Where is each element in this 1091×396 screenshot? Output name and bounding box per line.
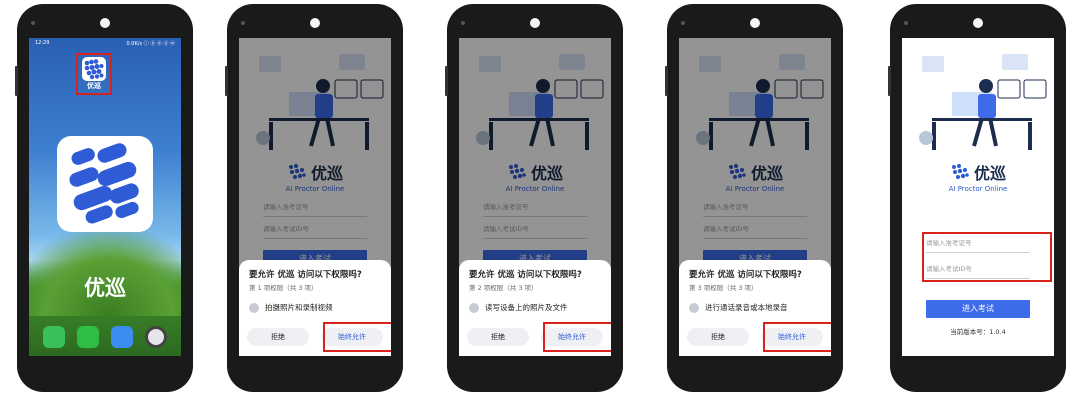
highlight-allow (543, 322, 611, 352)
phone-permission-2: 优巡 AI Proctor Online 请输入准考证号 请输入考试ID号 进入… (445, 4, 623, 392)
dock (29, 326, 181, 348)
deny-button[interactable]: 拒绝 (247, 328, 309, 346)
status-time: 12:29 (35, 40, 50, 46)
youxun-logo-icon (950, 162, 970, 182)
permission-row: 读写设备上的照片及文件 (469, 302, 601, 313)
permission-count: 第 1 项权限（共 3 项） (249, 284, 318, 292)
enter-exam-button[interactable]: 进入考试 (926, 300, 1030, 318)
speaker (310, 18, 320, 28)
side-button (225, 66, 228, 96)
app-icon-youxun-large[interactable] (57, 136, 153, 232)
phone-home: 12:29 0.0K/s ⓘ ⓑ ⓓ ⓓ ⓦ 优巡 优巡 (15, 4, 193, 392)
app-tagline: AI Proctor Online (948, 185, 1008, 193)
messages-app-icon[interactable] (111, 326, 133, 348)
phone-permission-3: 优巡 AI Proctor Online 请输入准考证号 请输入考试ID号 进入… (665, 4, 843, 392)
front-camera (681, 21, 685, 25)
youxun-logo-large-icon (69, 143, 139, 224)
front-camera (31, 21, 35, 25)
speaker (973, 18, 983, 28)
wechat-app-icon[interactable] (77, 326, 99, 348)
login-screen: 优巡 AI Proctor Online 请输入准考证号 请输入考试ID号 进入… (902, 38, 1054, 356)
deny-button[interactable]: 拒绝 (467, 328, 529, 346)
phone-login: 优巡 AI Proctor Online 请输入准考证号 请输入考试ID号 进入… (888, 4, 1066, 392)
front-camera (904, 21, 908, 25)
app-label-small: 优巡 (87, 82, 101, 90)
permission-question: 要允许 优巡 访问以下权限吗? (689, 270, 802, 280)
speaker (530, 18, 540, 28)
app-version: 当前版本号：1.0.4 (950, 328, 1006, 336)
highlight-allow (763, 322, 831, 352)
highlight-allow (323, 322, 391, 352)
permission-text: 进行通话录音或本地录音 (705, 303, 788, 312)
side-button (665, 66, 668, 96)
permission-row: 拍摄照片和录制视频 (249, 302, 381, 313)
app-screen: 优巡 AI Proctor Online 请输入准考证号 请输入考试ID号 进入… (459, 38, 611, 356)
microphone-icon (689, 302, 699, 313)
phone-permission-1: 优巡 AI Proctor Online 请输入准考证号 请输入考试ID号 进入… (225, 4, 403, 392)
folder-icon (469, 302, 479, 313)
front-camera (241, 21, 245, 25)
highlight-inputs (922, 232, 1052, 282)
status-icons: 0.0K/s ⓘ ⓑ ⓓ ⓓ ⓦ (126, 41, 175, 47)
proctor-illustration (919, 54, 1047, 150)
front-camera (461, 21, 465, 25)
speaker (750, 18, 760, 28)
youxun-logo-icon (82, 57, 106, 81)
app-logo: 优巡 AI Proctor Online (902, 160, 1054, 193)
app-name: 优巡 (973, 164, 1006, 183)
side-button (15, 66, 18, 96)
permission-text: 拍摄照片和录制视频 (265, 303, 333, 312)
status-bar: 12:29 0.0K/s ⓘ ⓑ ⓓ ⓓ ⓦ (29, 38, 181, 50)
home-screen: 12:29 0.0K/s ⓘ ⓑ ⓓ ⓓ ⓦ 优巡 优巡 (29, 38, 181, 356)
permission-count: 第 2 项权限（共 3 项） (469, 284, 538, 292)
camera-app-icon[interactable] (145, 326, 167, 348)
side-button (888, 66, 891, 96)
phone-app-icon[interactable] (43, 326, 65, 348)
permission-count: 第 3 项权限（共 3 项） (689, 284, 758, 292)
wallpaper-tree (29, 226, 181, 316)
app-icon-youxun-small[interactable]: 优巡 (76, 53, 112, 95)
permission-question: 要允许 优巡 访问以下权限吗? (469, 270, 582, 280)
permission-question: 要允许 优巡 访问以下权限吗? (249, 270, 362, 280)
app-screen: 优巡 AI Proctor Online 请输入准考证号 请输入考试ID号 进入… (239, 38, 391, 356)
camera-icon (249, 302, 259, 313)
permission-row: 进行通话录音或本地录音 (689, 302, 821, 313)
deny-button[interactable]: 拒绝 (687, 328, 749, 346)
side-button (445, 66, 448, 96)
app-screen: 优巡 AI Proctor Online 请输入准考证号 请输入考试ID号 进入… (679, 38, 831, 356)
speaker (100, 18, 110, 28)
app-label-large: 优巡 (84, 276, 126, 300)
permission-text: 读写设备上的照片及文件 (485, 303, 568, 312)
